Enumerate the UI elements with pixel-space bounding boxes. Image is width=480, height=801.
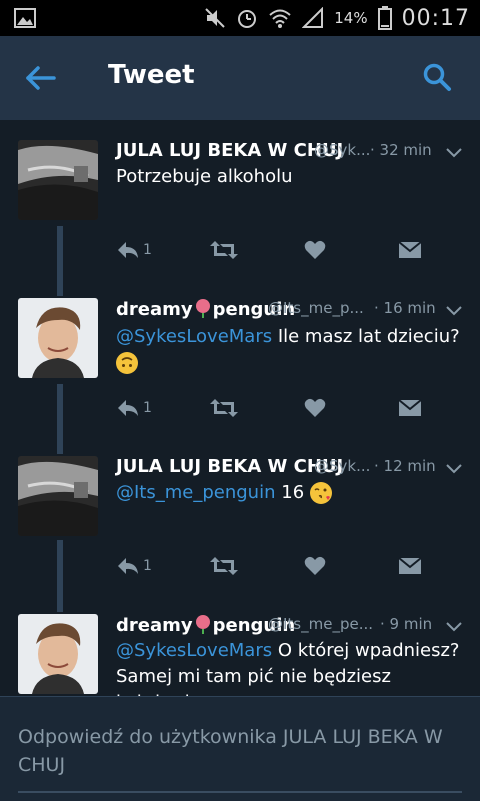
mention-link[interactable]: @SykesLoveMars bbox=[116, 326, 272, 347]
avatar[interactable] bbox=[18, 614, 98, 694]
app-bar: Tweet bbox=[0, 36, 480, 120]
signal-icon bbox=[302, 7, 324, 28]
tweet-text-content: Potrzebuje alkoholu bbox=[116, 166, 293, 187]
display-name[interactable]: JULA LUJ BEKA W CHUJ bbox=[116, 456, 343, 477]
reply-count: 1 bbox=[143, 400, 152, 416]
tweet-actions: 1 bbox=[116, 238, 436, 262]
avatar[interactable] bbox=[18, 456, 98, 536]
user-handle[interactable]: @Its_me_pe... bbox=[268, 615, 373, 633]
alarm-icon bbox=[238, 10, 257, 28]
retweet-icon bbox=[210, 399, 238, 417]
reply-button[interactable]: 1 bbox=[116, 554, 152, 578]
kissing-face-icon bbox=[309, 482, 332, 504]
tweet-item[interactable]: JULA LUJ BEKA W CHUJ @Syk... · 32 min Po… bbox=[0, 120, 480, 290]
tweet-actions: 1 bbox=[116, 554, 436, 578]
chevron-down-icon[interactable] bbox=[446, 464, 462, 474]
chevron-down-icon[interactable] bbox=[446, 306, 462, 316]
tweet-time: · 16 min bbox=[374, 299, 436, 317]
envelope-icon bbox=[398, 241, 422, 258]
tweet-time-value: 12 min bbox=[383, 457, 436, 475]
mute-icon bbox=[205, 8, 225, 28]
display-name-start: dreamy bbox=[116, 615, 193, 636]
envelope-icon bbox=[398, 399, 422, 416]
reply-input-underline bbox=[18, 791, 462, 793]
retweet-button[interactable] bbox=[210, 238, 238, 262]
user-handle[interactable]: @Syk... bbox=[314, 141, 370, 159]
chevron-down-icon[interactable] bbox=[446, 148, 462, 158]
tweet-item[interactable]: dreamy penguin @Its_me_pe... · 9 min @Syk… bbox=[0, 594, 480, 696]
display-name[interactable]: JULA LUJ BEKA W CHUJ bbox=[116, 140, 343, 161]
mention-link[interactable]: @Its_me_penguin bbox=[116, 482, 276, 503]
heart-icon bbox=[304, 556, 326, 575]
heart-icon bbox=[304, 240, 326, 259]
tweet-time-value: 16 min bbox=[383, 299, 436, 317]
reply-count: 1 bbox=[143, 558, 152, 574]
tweet-time-value: 32 min bbox=[379, 141, 432, 159]
reply-composer[interactable]: Odpowiedź do użytkownika JULA LUJ BEKA W… bbox=[0, 696, 480, 801]
clock: 00:17 bbox=[401, 5, 470, 31]
avatar-image bbox=[18, 298, 98, 378]
reply-icon bbox=[118, 558, 138, 574]
direct-message-button[interactable] bbox=[398, 238, 422, 262]
heart-icon bbox=[304, 398, 326, 417]
tweet-time-value: 9 min bbox=[389, 615, 433, 633]
tweet-text-content: 16 bbox=[275, 482, 305, 503]
tweet-time: · 12 min bbox=[374, 457, 436, 475]
chevron-down-icon[interactable] bbox=[446, 622, 462, 632]
reply-button[interactable]: 1 bbox=[116, 396, 152, 420]
rose-icon bbox=[195, 299, 210, 318]
battery-icon bbox=[377, 6, 392, 30]
tweet-text-content: Ile masz lat dzieciu? bbox=[272, 326, 460, 347]
tweet-item[interactable]: JULA LUJ BEKA W CHUJ @Syk... · 12 min @I… bbox=[0, 436, 480, 606]
reply-icon bbox=[118, 242, 138, 258]
tweet-text: Potrzebuje alkoholu bbox=[116, 164, 466, 190]
tweet-text: @Its_me_penguin 16 bbox=[116, 480, 466, 506]
envelope-icon bbox=[398, 557, 422, 574]
search-icon[interactable] bbox=[422, 62, 452, 92]
display-name-start: dreamy bbox=[116, 299, 193, 320]
avatar[interactable] bbox=[18, 140, 98, 220]
gallery-notification-icon bbox=[14, 8, 36, 28]
avatar-image bbox=[18, 140, 98, 220]
back-arrow-icon[interactable] bbox=[24, 64, 58, 92]
like-button[interactable] bbox=[304, 396, 326, 420]
user-handle[interactable]: @Syk... bbox=[314, 457, 370, 475]
reply-input-placeholder[interactable]: Odpowiedź do użytkownika JULA LUJ BEKA W… bbox=[18, 723, 464, 779]
mention-link[interactable]: @SykesLoveMars bbox=[116, 640, 272, 661]
reply-icon bbox=[118, 400, 138, 416]
battery-percentage: 14% bbox=[334, 9, 368, 27]
avatar-image bbox=[18, 614, 98, 694]
retweet-icon bbox=[210, 557, 238, 575]
retweet-button[interactable] bbox=[210, 396, 238, 420]
like-button[interactable] bbox=[304, 554, 326, 578]
avatar[interactable] bbox=[18, 298, 98, 378]
tweet-item[interactable]: dreamy penguin @Its_me_p... · 16 min @Syk… bbox=[0, 278, 480, 448]
status-bar: 14% 00:17 bbox=[0, 0, 480, 36]
reply-count: 1 bbox=[143, 242, 152, 258]
retweet-button[interactable] bbox=[210, 554, 238, 578]
rose-icon bbox=[195, 615, 210, 634]
tweet-actions: 1 bbox=[116, 396, 436, 420]
direct-message-button[interactable] bbox=[398, 554, 422, 578]
tweet-time: · 32 min bbox=[370, 141, 432, 159]
tweet-text: @SykesLoveMars Ile masz lat dzieciu? bbox=[116, 324, 466, 376]
direct-message-button[interactable] bbox=[398, 396, 422, 420]
tweet-text: @SykesLoveMars O której wpadniesz? Samej… bbox=[116, 638, 466, 696]
avatar-image bbox=[18, 456, 98, 536]
wifi-icon bbox=[269, 9, 291, 28]
user-handle[interactable]: @Its_me_p... bbox=[268, 299, 364, 317]
like-button[interactable] bbox=[304, 238, 326, 262]
retweet-icon bbox=[210, 241, 238, 259]
tweet-time: · 9 min bbox=[380, 615, 433, 633]
upside-down-face-icon bbox=[116, 352, 138, 374]
page-title: Tweet bbox=[108, 60, 195, 90]
reply-button[interactable]: 1 bbox=[116, 238, 152, 262]
